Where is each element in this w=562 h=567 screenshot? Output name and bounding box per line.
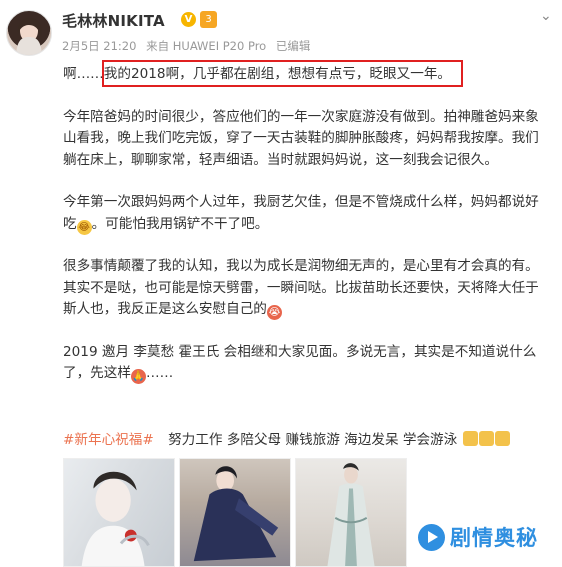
post-photo-2[interactable] bbox=[179, 458, 291, 567]
paragraph-line-with-emoji: 了，先这样🙏…… bbox=[63, 363, 549, 385]
play-circle-icon bbox=[418, 523, 445, 551]
paragraph-2: 今年陪爸妈的时间很少，答应他们的一年一次家庭游没有做到。拍神雕爸妈来象 山看我，… bbox=[63, 107, 549, 172]
post-source: 来自 HUAWEI P20 Pro bbox=[146, 39, 267, 53]
paragraph-fragment: 斯人也，我反正是这么安慰自己的 bbox=[63, 301, 267, 317]
username[interactable]: 毛林林NIKITA bbox=[62, 10, 165, 31]
like-emoji-icon bbox=[478, 431, 494, 446]
paragraph-5: 2019 邀月 李莫愁 霍王氏 会相继和大家见面。多说无言，其实是不知道说什么 … bbox=[63, 342, 549, 385]
topic-tag-link[interactable]: #新年心祝福# bbox=[63, 432, 154, 448]
post-date[interactable]: 2月5日 21:20 bbox=[62, 39, 136, 53]
bow-emoji-icon: 🙏 bbox=[130, 369, 146, 384]
post-body: 啊……我的2018啊，几乎都在剧组，想想有点亏，眨眼又一年。 今年陪爸妈的时间很… bbox=[63, 64, 549, 385]
portrait-photo bbox=[81, 471, 150, 566]
costume-photo bbox=[193, 466, 279, 562]
post-photo-1[interactable] bbox=[63, 458, 175, 567]
post-header: 毛林林NIKITA V 3 ⌄ 2月5日 21:20 来自 HUAWEI P20… bbox=[0, 0, 562, 62]
paragraph-line: 今年陪爸妈的时间很少，答应他们的一年一次家庭游没有做到。拍神雕爸妈来象 bbox=[63, 108, 539, 125]
laugh-emoji-icon: 😂 bbox=[76, 219, 92, 235]
paragraph-line: 很多事情颠覆了我的认知，我以为成长是润物细无声的，是心里有才会真的有。 bbox=[63, 258, 539, 274]
verified-badge-icon: V bbox=[181, 12, 196, 27]
post-tags: #新年心祝福# 努力工作 多陪父母 赚钱旅游 海边发呆 学会游泳 bbox=[63, 428, 510, 448]
paragraph-fragment: 。可能怕我用锅铲不干了吧。 bbox=[91, 215, 269, 232]
post-edited[interactable]: 已编辑 bbox=[276, 39, 311, 53]
dress-photo bbox=[327, 463, 375, 566]
paragraph-fragment: …… bbox=[145, 365, 174, 381]
cry-emoji-icon: 😭 bbox=[266, 305, 282, 320]
paragraph-line: 躺在床上，聊聊家常，轻声细语。当时就跟妈妈说，这一刻我会记很久。 bbox=[63, 151, 498, 168]
paragraph-line-with-emoji: 吃 😂 。可能怕我用锅铲不干了吧。 bbox=[63, 214, 549, 236]
paragraph-line: 其实不是哒，也可能是惊天劈雷，一瞬间哒。比拔苗助长还要快，天将降大任于 bbox=[63, 279, 539, 296]
paragraph-4: 很多事情颠覆了我的认知，我以为成长是润物细无声的，是心里有才会真的有。 其实不是… bbox=[63, 256, 549, 321]
level-badge-icon: 3 bbox=[200, 11, 217, 28]
paragraph-fragment: 吃 bbox=[63, 215, 77, 232]
avatar-photo bbox=[16, 17, 42, 55]
avatar[interactable] bbox=[6, 10, 52, 56]
watermark-text: 剧情奥秘 bbox=[450, 526, 538, 550]
watermark: 剧情奥秘 bbox=[418, 521, 538, 553]
like-emoji-icon bbox=[462, 431, 478, 446]
wishes-text: 努力工作 多陪父母 赚钱旅游 海边发呆 学会游泳 bbox=[168, 432, 458, 448]
chevron-down-icon[interactable]: ⌄ bbox=[540, 8, 552, 24]
post-photo-3[interactable] bbox=[295, 458, 407, 567]
paragraph-line: 今年第一次跟妈妈两个人过年，我厨艺欠佳，但是不管烧成什么样，妈妈都说好 bbox=[63, 194, 539, 210]
paragraph-line: 2019 邀月 李莫愁 霍王氏 会相继和大家见面。多说无言，其实是不知道说什么 bbox=[63, 343, 537, 360]
paragraph-3: 今年第一次跟妈妈两个人过年，我厨艺欠佳，但是不管烧成什么样，妈妈都说好 吃 😂 。可… bbox=[63, 192, 549, 235]
like-emoji-icon bbox=[494, 431, 510, 446]
paragraph-fragment: 了，先这样 bbox=[63, 365, 131, 381]
highlight-annotation-box bbox=[102, 60, 463, 87]
paragraph-line-with-emoji: 斯人也，我反正是这么安慰自己的 😭 bbox=[63, 299, 549, 321]
paragraph-line: 山看我，晚上我们吃完饭，穿了一天古装鞋的脚肿胀酸疼，妈妈帮我按摩。我们 bbox=[63, 130, 539, 146]
post-meta: 2月5日 21:20 来自 HUAWEI P20 Pro 已编辑 bbox=[62, 38, 316, 54]
